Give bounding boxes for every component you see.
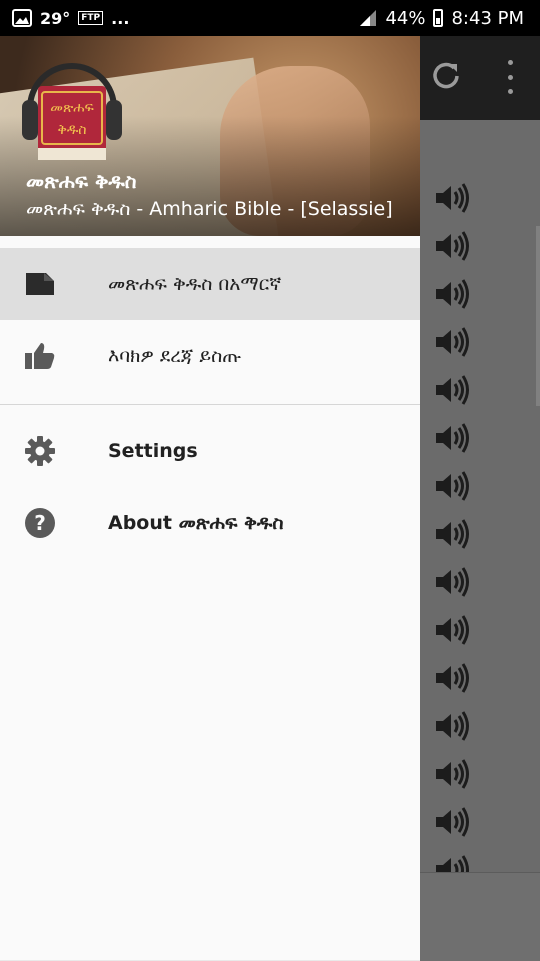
battery-icon (433, 9, 444, 27)
drawer-header: መጽሐፍ ቅዱስ መጽሐፍ ቅዱስ መጽሐፍ ቅዱስ - Amharic Bib… (0, 36, 420, 236)
signal-icon (360, 10, 377, 26)
logo-text-bottom: ቅዱስ (57, 122, 86, 138)
scroll-indicator (536, 226, 540, 406)
drawer-subtitle: መጽሐፍ ቅዱስ - Amharic Bible - [Selassie] (26, 198, 393, 220)
menu-item-label: እባክዎ ደረጃ ይስጡ (108, 345, 242, 367)
drawer-scrim[interactable] (420, 120, 540, 961)
speaker-icon[interactable] (434, 230, 470, 262)
more-vert-icon[interactable] (504, 60, 516, 94)
ftp-notification-icon: FTP (78, 11, 104, 25)
bottom-bar (420, 872, 540, 961)
speaker-icon[interactable] (434, 710, 470, 742)
speaker-icon[interactable] (434, 422, 470, 454)
speaker-icon[interactable] (434, 278, 470, 310)
menu-item-label: About መጽሐፍ ቅዱስ (108, 512, 284, 534)
speaker-icon[interactable] (434, 470, 470, 502)
speaker-icon[interactable] (434, 854, 470, 872)
navigation-drawer: መጽሐፍ ቅዱስ መጽሐፍ ቅዱስ መጽሐፍ ቅዱስ - Amharic Bib… (0, 36, 420, 960)
app-logo-icon: መጽሐፍ ቅዱስ (22, 63, 122, 160)
battery-percentage: 44% (385, 7, 426, 29)
more-notifications-indicator: ... (111, 8, 130, 28)
speaker-icon[interactable] (434, 374, 470, 406)
menu-item-about[interactable]: ? About መጽሐፍ ቅዱስ (0, 487, 420, 559)
gallery-notification-icon (12, 9, 32, 27)
help-icon: ? (25, 508, 55, 538)
drawer-title: መጽሐፍ ቅዱስ (26, 169, 137, 193)
logo-text-top: መጽሐፍ (50, 100, 94, 116)
menu-item-label: Settings (108, 440, 198, 462)
gear-icon (25, 436, 55, 466)
clock: 8:43 PM (451, 7, 524, 29)
speaker-icon[interactable] (434, 662, 470, 694)
svg-text:?: ? (34, 511, 46, 535)
speaker-icon[interactable] (434, 614, 470, 646)
menu-item-label: መጽሐፍ ቅዱስ በአማርኛ (108, 273, 282, 295)
speaker-icon[interactable] (434, 566, 470, 598)
status-bar: 29° FTP ... 44% 8:43 PM (0, 0, 540, 36)
drawer-menu: መጽሐፍ ቅዱስ በአማርኛ እባክዎ ደረጃ ይስጡ Settings ? A… (0, 248, 420, 559)
thumbs-up-icon (25, 343, 55, 369)
speaker-icon[interactable] (434, 806, 470, 838)
refresh-icon[interactable] (428, 58, 464, 94)
book-icon (26, 273, 54, 295)
speaker-icon[interactable] (434, 326, 470, 358)
speaker-icon[interactable] (434, 518, 470, 550)
drawer-divider (0, 404, 420, 405)
menu-item-settings[interactable]: Settings (0, 415, 420, 487)
menu-item-amharic-bible[interactable]: መጽሐፍ ቅዱስ በአማርኛ (0, 248, 420, 320)
speaker-icon[interactable] (434, 182, 470, 214)
temperature-text: 29° (40, 8, 71, 28)
speaker-icon[interactable] (434, 758, 470, 790)
app-toolbar (420, 36, 540, 120)
menu-item-rate-app[interactable]: እባክዎ ደረጃ ይስጡ (0, 320, 420, 392)
